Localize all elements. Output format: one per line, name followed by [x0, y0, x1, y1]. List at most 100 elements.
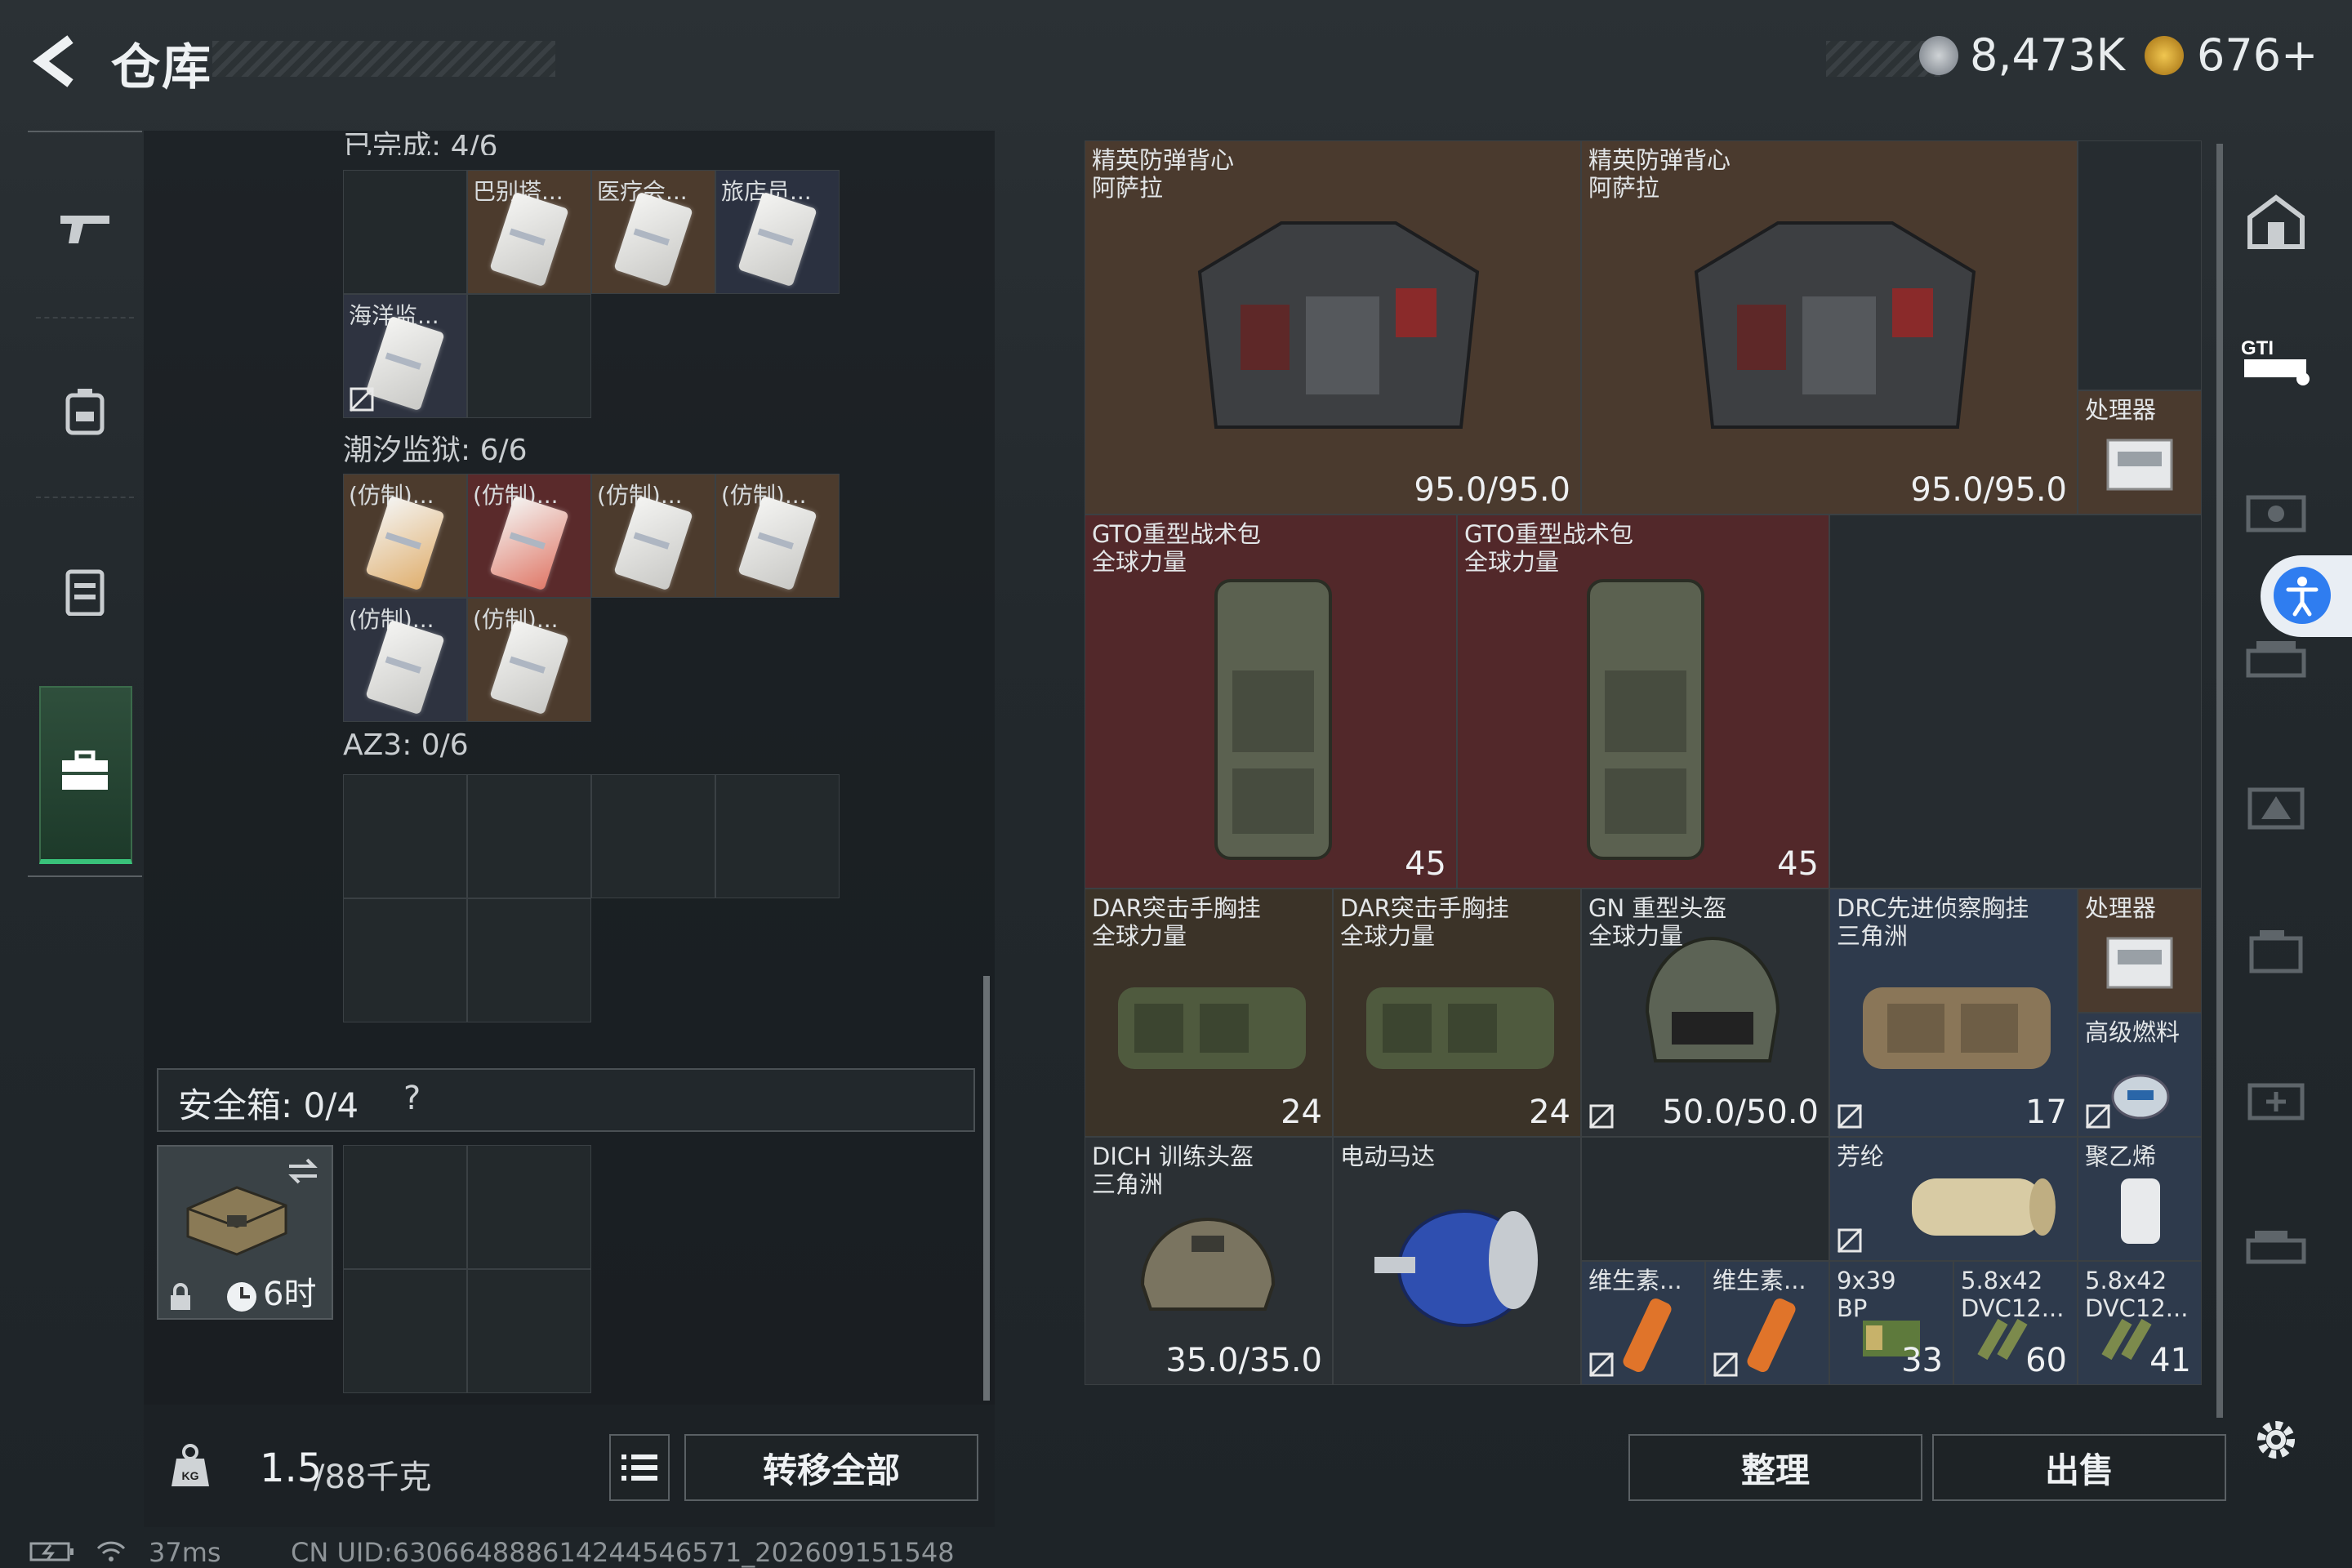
item-chest-rig[interactable]: DAR突击手胸挂 全球力量 24 — [1085, 889, 1333, 1137]
grid-slot-empty[interactable] — [467, 1269, 591, 1393]
premium-amount[interactable]: 676+ — [2197, 29, 2318, 81]
accessibility-tab[interactable] — [2261, 555, 2352, 637]
item-capacity: 24 — [1529, 1094, 1570, 1131]
armor-vest-icon — [1694, 221, 1976, 429]
svg-text:GTI: GTI — [2241, 337, 2274, 359]
item-keycard[interactable]: 巴别塔... — [467, 170, 591, 294]
item-keycard-fake[interactable]: (仿制)... — [715, 474, 840, 598]
item-processor[interactable]: 处理器 — [2078, 390, 2202, 514]
scrollbar[interactable] — [983, 976, 990, 1401]
grid-slot-empty[interactable] — [591, 774, 715, 898]
item-keycard[interactable]: 海洋监... — [343, 294, 467, 418]
grid-slot-empty[interactable] — [467, 898, 591, 1022]
no-sell-icon — [2085, 1103, 2111, 1129]
item-helmet[interactable]: DICH 训练头盔 三角洲 35.0/35.0 — [1085, 1137, 1333, 1385]
item-label: DICH 训练头盔 三角洲 — [1092, 1143, 1254, 1198]
item-ammo[interactable]: 5.8x42 DVC12... 41 — [2078, 1261, 2202, 1385]
item-helmet[interactable]: GN 重型头盔 全球力量 50.0/50.0 — [1581, 889, 1829, 1137]
item-keycard[interactable]: 旅店员... — [715, 170, 840, 294]
item-vitamin[interactable]: 维生素... — [1705, 1261, 1829, 1385]
back-arrow-icon[interactable] — [28, 33, 85, 90]
backpack-icon[interactable] — [28, 363, 142, 461]
safebox-slot[interactable]: 6时 — [157, 1145, 333, 1320]
grid-slot-empty[interactable] — [343, 1145, 467, 1269]
processor-icon — [2106, 439, 2173, 491]
toolbox-icon[interactable] — [28, 722, 142, 820]
item-label: 处理器 — [2085, 894, 2157, 922]
money-coin-icon — [1919, 36, 1958, 75]
item-keycard-fake[interactable]: (仿制)... — [467, 598, 591, 722]
chest-rig-icon — [1366, 987, 1554, 1069]
no-sell-icon — [1588, 1352, 1615, 1378]
grid-slot-empty[interactable] — [715, 774, 840, 898]
gti-vehicle-icon[interactable]: GTI — [2231, 317, 2321, 407]
weight-icon: KG — [170, 1444, 211, 1491]
item-fuel[interactable]: 高级燃料 — [2078, 1013, 2202, 1137]
electric-motor-icon — [1374, 1209, 1538, 1327]
item-label: DRC先进侦察胸挂 三角洲 — [1837, 894, 2029, 950]
item-backpack[interactable]: GTO重型战术包 全球力量 45 — [1457, 514, 1829, 889]
gear-icon[interactable] — [2231, 1395, 2321, 1485]
item-vitamin[interactable]: 维生素... — [1581, 1261, 1705, 1385]
item-ammo[interactable]: 5.8x42 DVC12... 60 — [1953, 1261, 2078, 1385]
grid-slot-empty[interactable] — [343, 170, 467, 294]
sort-button[interactable]: 整理 — [1628, 1434, 1922, 1501]
battery-icon — [29, 1540, 75, 1566]
grid-slot-empty[interactable] — [467, 294, 591, 418]
item-motor[interactable]: 电动马达 — [1333, 1137, 1581, 1385]
item-chest-rig[interactable]: DAR突击手胸挂 全球力量 24 — [1333, 889, 1581, 1137]
transfer-all-button[interactable]: 转移全部 — [684, 1434, 978, 1501]
item-label: 维生素... — [1588, 1267, 1682, 1294]
grid-slot-empty[interactable] — [2078, 140, 2202, 390]
item-polyethylene[interactable]: 聚乙烯 — [2078, 1137, 2202, 1261]
grid-slot-empty[interactable] — [467, 1145, 591, 1269]
list-view-button[interactable] — [609, 1434, 670, 1501]
page-title: 仓库 — [111, 39, 212, 96]
help-icon[interactable]: ? — [403, 1080, 421, 1117]
item-chest-rig[interactable]: DRC先进侦察胸挂 三角洲 17 — [1829, 889, 2078, 1137]
item-label: 精英防弹背心 阿萨拉 — [1588, 146, 1731, 202]
section-header: 潮汐监狱: 6/6 — [343, 434, 528, 467]
helmet-icon — [1140, 1218, 1276, 1311]
item-ammo[interactable]: 9x39 BP 33 — [1829, 1261, 1953, 1385]
scrollbar[interactable] — [2216, 144, 2223, 1418]
lock-icon — [171, 1283, 190, 1310]
item-armor-vest[interactable]: 精英防弹背心 阿萨拉 95.0/95.0 — [1581, 140, 2078, 514]
grid-slot-empty[interactable] — [467, 774, 591, 898]
item-armor-vest[interactable]: 精英防弹背心 阿萨拉 95.0/95.0 — [1085, 140, 1581, 514]
item-keycard-fake[interactable]: (仿制)... — [343, 598, 467, 722]
item-keycard[interactable]: 医疗会... — [591, 170, 715, 294]
no-sell-icon — [1837, 1103, 1863, 1129]
stash-house-icon[interactable] — [2231, 176, 2321, 266]
item-label: 芳纶 — [1837, 1143, 1885, 1170]
item-count: 60 — [2025, 1342, 2067, 1379]
category-icon[interactable] — [2231, 763, 2321, 853]
grid-slot-empty[interactable] — [343, 898, 467, 1022]
chest-rig-icon — [1118, 987, 1306, 1069]
grid-slot-empty[interactable] — [1829, 514, 2202, 889]
gun-icon[interactable] — [28, 180, 142, 278]
item-capacity: 45 — [1777, 845, 1819, 883]
category-icon[interactable] — [2231, 466, 2321, 555]
category-icon[interactable] — [2231, 1054, 2321, 1143]
item-keycard-fake[interactable]: (仿制)... — [343, 474, 467, 598]
item-label: GTO重型战术包 全球力量 — [1092, 520, 1261, 576]
grid-slot-empty[interactable] — [343, 1269, 467, 1393]
category-icon[interactable] — [2231, 1200, 2321, 1290]
sell-button[interactable]: 出售 — [1932, 1434, 2226, 1501]
grid-slot-empty[interactable] — [1581, 1137, 1829, 1261]
item-backpack[interactable]: GTO重型战术包 全球力量 45 — [1085, 514, 1457, 889]
category-icon[interactable] — [2231, 906, 2321, 996]
safebox-case-icon — [186, 1186, 287, 1256]
grid-slot-empty[interactable] — [343, 774, 467, 898]
title-decoration — [212, 41, 555, 77]
swap-icon[interactable] — [286, 1156, 320, 1186]
item-keycard-fake[interactable]: (仿制)... — [467, 474, 591, 598]
safebox-timer: 6时 — [263, 1276, 317, 1313]
vest-icon[interactable] — [28, 542, 142, 640]
item-processor[interactable]: 处理器 — [2078, 889, 2202, 1013]
item-label: 5.8x42 DVC12... — [1961, 1267, 2065, 1322]
item-keycard-fake[interactable]: (仿制)... — [591, 474, 715, 598]
weight-current: 1.5 — [260, 1446, 323, 1491]
item-aramid[interactable]: 芳纶 — [1829, 1137, 2078, 1261]
